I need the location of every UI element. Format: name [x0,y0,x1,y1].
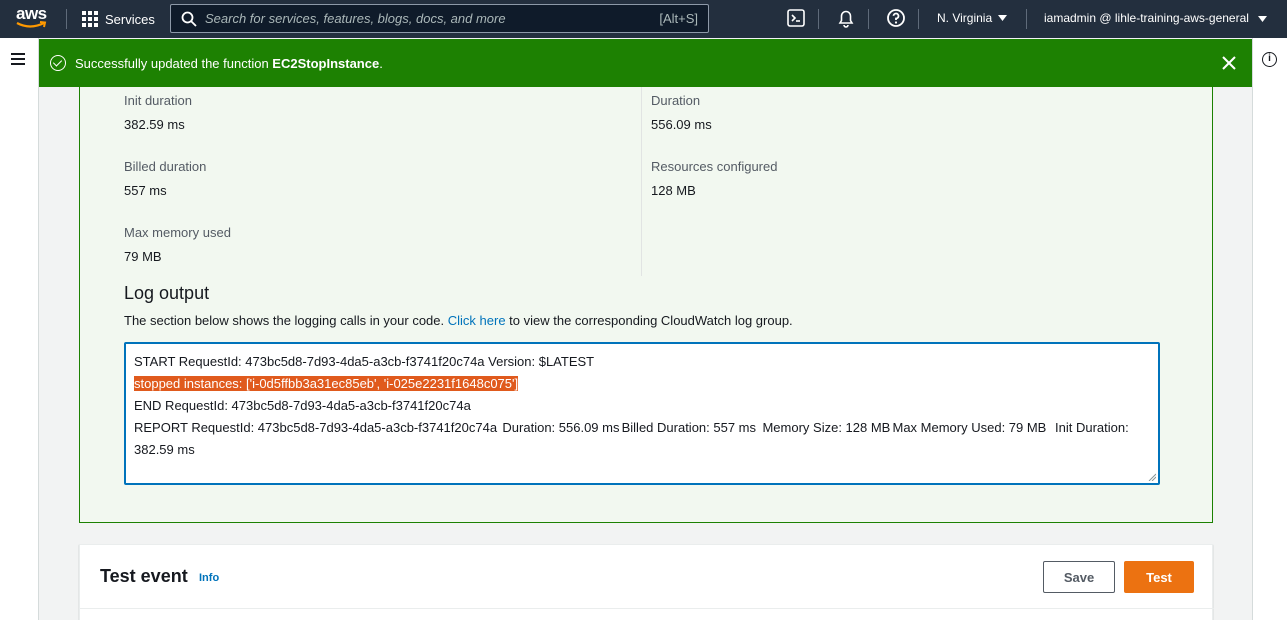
nav-divider [918,9,919,29]
resize-handle-icon[interactable] [1148,473,1156,481]
log-line-end: END RequestId: 473bc5d8-7d93-4da5-a3cb-f… [134,398,471,413]
init-duration-label: Init duration [124,93,192,108]
search-input[interactable] [205,5,625,32]
log-desc-text: The section below shows the logging call… [124,313,448,328]
flash-prefix: Successfully updated the function [75,56,273,71]
log-output-description: The section below shows the logging call… [124,313,793,328]
test-event-panel: Test event Info Save Test [79,544,1214,620]
billed-duration-label: Billed duration [124,159,207,174]
nav-divider [818,9,819,29]
search-icon [181,11,197,27]
flash-message: Successfully updated the function EC2Sto… [75,56,383,71]
help-icon[interactable] [886,8,906,28]
caret-down-icon [1258,16,1268,22]
log-output-textarea[interactable]: START RequestId: 473bc5d8-7d93-4da5-a3cb… [124,342,1160,485]
max-memory-value: 79 MB [124,249,162,264]
resources-label: Resources configured [651,159,778,174]
max-memory-label: Max memory used [124,225,231,240]
left-navigation-rail [0,38,39,620]
log-line-report: REPORT RequestId: 473bc5d8-7d93-4da5-a3c… [134,420,1133,457]
region-label: N. Virginia [937,11,993,25]
cloudshell-icon[interactable] [786,8,806,28]
menu-icon[interactable] [11,53,25,68]
log-desc-text-after: to view the corresponding CloudWatch log… [505,313,793,328]
cloudwatch-link[interactable]: Click here [448,313,506,328]
save-button[interactable]: Save [1043,561,1115,593]
nav-divider [1026,9,1027,29]
nav-divider [868,9,869,29]
duration-label: Duration [651,93,701,108]
info-link[interactable]: Info [199,572,219,584]
region-selector[interactable]: N. Virginia [937,11,1008,25]
account-label: iamadmin @ lihle-training-aws-general [1044,11,1249,25]
execution-result-panel: Init duration 382.59 ms Billed duration … [79,87,1213,523]
log-line-selected: stopped instances: ['i-0d5ffbb3a31ec85eb… [134,376,519,391]
close-icon[interactable] [1221,55,1237,71]
account-menu[interactable]: iamadmin @ lihle-training-aws-general [1044,11,1268,25]
check-circle-icon [50,55,66,71]
flash-function-name: EC2StopInstance [272,56,380,71]
test-event-title: Test event [100,566,188,586]
top-navigation: aws Services [Alt+S] N. Virgin [0,0,1287,38]
search-shortcut: [Alt+S] [659,11,698,26]
services-label: Services [105,11,155,27]
search-box: [Alt+S] [170,4,709,33]
success-flash-bar: Successfully updated the function EC2Sto… [39,39,1252,87]
init-duration-value: 382.59 ms [124,117,185,132]
duration-value: 556.09 ms [651,117,712,132]
log-line-start: START RequestId: 473bc5d8-7d93-4da5-a3cb… [134,354,595,369]
info-icon[interactable]: i [1262,52,1277,67]
aws-logo[interactable]: aws [16,5,50,33]
log-output-title: Log output [124,283,210,303]
billed-duration-value: 557 ms [124,183,167,198]
bell-icon[interactable] [836,8,856,28]
flash-suffix: . [379,56,383,71]
caret-down-icon [998,15,1008,21]
services-menu[interactable]: Services [82,9,155,29]
aws-smile-icon [16,21,47,28]
grid-icon [82,11,98,27]
column-divider [641,87,642,276]
right-tools-rail: i [1252,38,1287,620]
test-button[interactable]: Test [1124,561,1194,593]
nav-divider [66,9,67,29]
panel-divider [80,608,1214,609]
resources-value: 128 MB [651,183,696,198]
